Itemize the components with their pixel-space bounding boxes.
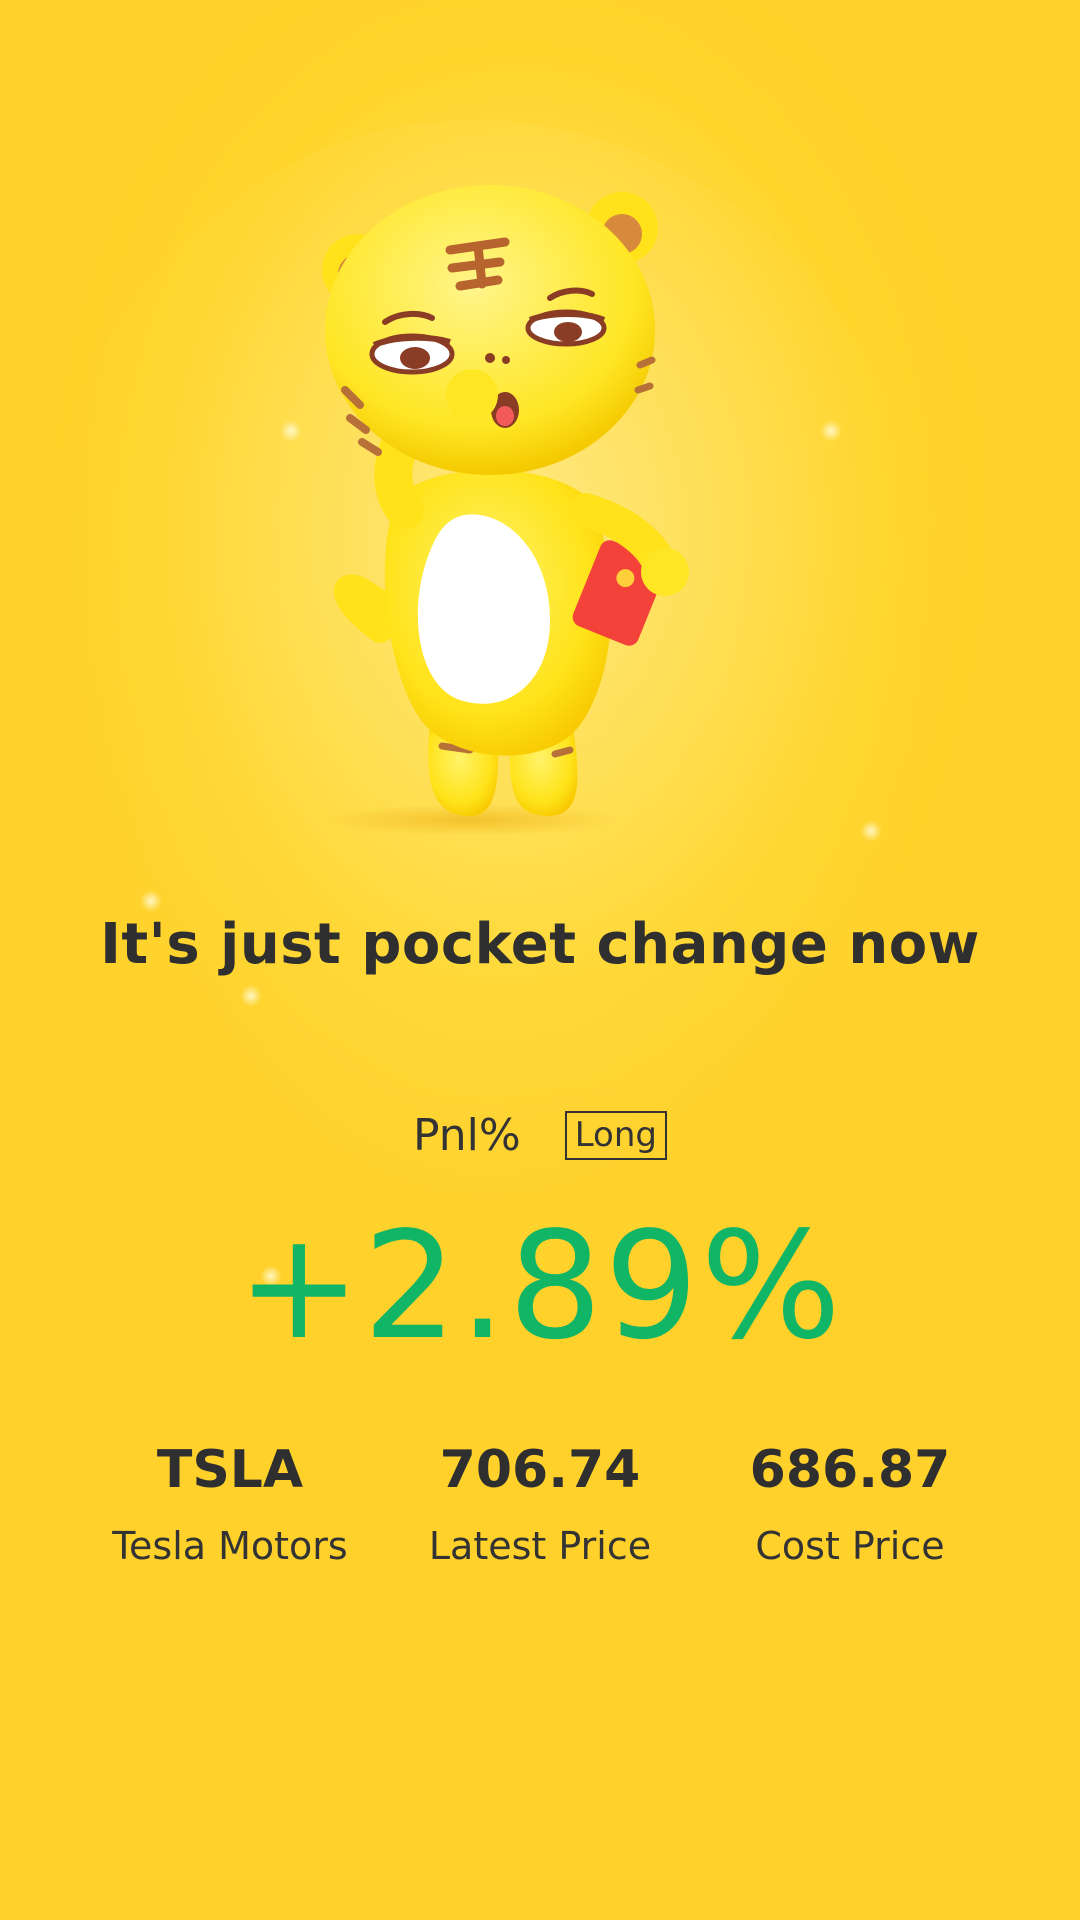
latest-price-label: Latest Price: [428, 1524, 652, 1568]
position-direction-badge: Long: [564, 1110, 667, 1161]
position-stats: TSLA Tesla Motors 706.74 Latest Price 68…: [80, 1440, 1000, 1568]
stock-name: Tesla Motors: [112, 1524, 348, 1568]
sparkle: [280, 420, 302, 442]
pnl-header: Pnl% Long: [0, 1110, 1080, 1161]
cost-price-label: Cost Price: [755, 1524, 945, 1568]
cost-price-value: 686.87: [749, 1440, 951, 1500]
headline: It's just pocket change now: [100, 912, 980, 977]
latest-price-value: 706.74: [439, 1440, 641, 1500]
sparkle: [140, 890, 162, 912]
pnl-label: Pnl%: [413, 1110, 521, 1161]
stat-symbol: TSLA Tesla Motors: [80, 1440, 380, 1568]
stat-latest-price: 706.74 Latest Price: [390, 1440, 690, 1568]
tiger-mascot-illustration: [320, 185, 689, 836]
sparkle: [240, 985, 262, 1007]
stock-symbol: TSLA: [156, 1440, 304, 1500]
sparkle: [820, 420, 842, 442]
stat-cost-price: 686.87 Cost Price: [700, 1440, 1000, 1568]
pnl-percentage-value: +2.89%: [236, 1200, 844, 1372]
sparkle: [860, 820, 882, 842]
